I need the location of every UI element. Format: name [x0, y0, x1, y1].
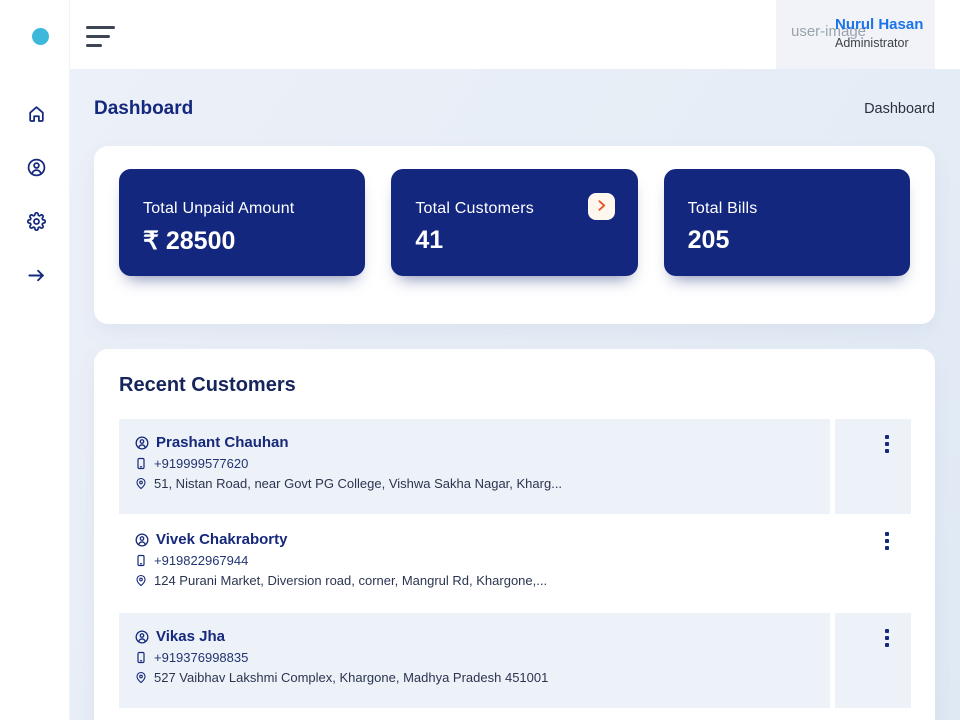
customer-address: 527 Vaibhav Lakshmi Complex, Khargone, M… [154, 670, 549, 685]
customer-name[interactable]: Vivek Chakraborty [156, 531, 287, 548]
user-profile-area[interactable]: user-image Nurul Hasan Administrator [776, 0, 935, 69]
stat-label: Total Bills [687, 200, 758, 217]
customer-address: 124 Purani Market, Diversion road, corne… [154, 573, 548, 588]
customer-address: 51, Nistan Road, near Govt PG College, V… [154, 476, 563, 491]
sidebar [0, 0, 70, 720]
chevron-right-icon [595, 199, 608, 215]
stat-label: Total Unpaid Amount [143, 200, 295, 217]
kebab-menu-icon[interactable] [880, 432, 894, 456]
recent-customers-title: Recent Customers [119, 374, 296, 396]
customer-name[interactable]: Prashant Chauhan [156, 434, 289, 451]
user-role-label: Administrator [835, 36, 909, 50]
customer-row[interactable]: Prashant Chauhan +919999577620 51, Nista… [119, 419, 911, 514]
customer-row[interactable]: Vikas Jha +919376998835 527 Vaibhav Laks… [119, 613, 911, 708]
person-circle-icon [135, 533, 149, 547]
customer-info-cell: Vivek Chakraborty +919822967944 124 Pura… [119, 516, 830, 611]
dashboard-page: user-image Nurul Hasan Administrator Das… [0, 0, 960, 720]
customer-row[interactable]: Vivek Chakraborty +919822967944 124 Pura… [119, 516, 911, 611]
view-customers-button[interactable] [587, 193, 615, 220]
map-pin-icon [135, 476, 147, 491]
customer-phone: +919376998835 [154, 650, 249, 665]
home-icon [27, 104, 46, 123]
person-circle-icon [135, 436, 149, 450]
customer-info-cell: Vikas Jha +919376998835 527 Vaibhav Laks… [119, 613, 830, 708]
sidebar-item-logout[interactable] [27, 266, 46, 285]
gear-icon [27, 212, 46, 231]
person-circle-icon [135, 630, 149, 644]
phone-icon [135, 650, 147, 665]
stat-value: 205 [687, 226, 730, 254]
arrow-right-icon [27, 266, 46, 285]
recent-customers-panel: Recent Customers Prashant Chauhan +91999… [94, 349, 935, 720]
customer-phone: +919999577620 [154, 456, 249, 471]
stats-row: Total Unpaid Amount ₹ 28500 Total Custom… [119, 169, 910, 276]
kebab-menu-icon[interactable] [880, 626, 894, 650]
customer-actions-cell [835, 419, 911, 514]
customer-actions-cell [835, 516, 911, 611]
user-meta: Nurul Hasan Administrator [835, 16, 923, 50]
customer-list: Prashant Chauhan +919999577620 51, Nista… [119, 419, 911, 710]
stats-panel: Total Unpaid Amount ₹ 28500 Total Custom… [94, 146, 935, 324]
stat-value: 41 [415, 226, 444, 254]
stat-value: ₹ 28500 [143, 227, 236, 255]
menu-toggle-icon[interactable] [86, 26, 116, 48]
customer-actions-cell [835, 613, 911, 708]
sidebar-item-settings[interactable] [27, 212, 46, 231]
customer-name[interactable]: Vikas Jha [156, 628, 225, 645]
page-title: Dashboard [94, 98, 194, 119]
page-head: Dashboard Dashboard [94, 98, 935, 120]
main-content: Dashboard Dashboard Total Unpaid Amount … [70, 69, 960, 720]
app-logo [32, 28, 49, 45]
breadcrumb[interactable]: Dashboard [864, 101, 935, 117]
customer-info-cell: Prashant Chauhan +919999577620 51, Nista… [119, 419, 830, 514]
kebab-menu-icon[interactable] [880, 529, 894, 553]
map-pin-icon [135, 573, 147, 588]
stat-total-unpaid-amount: Total Unpaid Amount ₹ 28500 [119, 169, 366, 276]
map-pin-icon [135, 670, 147, 685]
sidebar-item-customers[interactable] [27, 158, 46, 177]
top-header: user-image Nurul Hasan Administrator [70, 0, 960, 69]
stat-total-customers: Total Customers 41 [391, 169, 638, 276]
stat-total-bills: Total Bills 205 [663, 169, 910, 276]
user-circle-icon [27, 158, 46, 177]
phone-icon [135, 456, 147, 471]
user-name-link[interactable]: Nurul Hasan [835, 16, 923, 33]
phone-icon [135, 553, 147, 568]
sidebar-item-home[interactable] [27, 104, 46, 123]
customer-phone: +919822967944 [154, 553, 249, 568]
